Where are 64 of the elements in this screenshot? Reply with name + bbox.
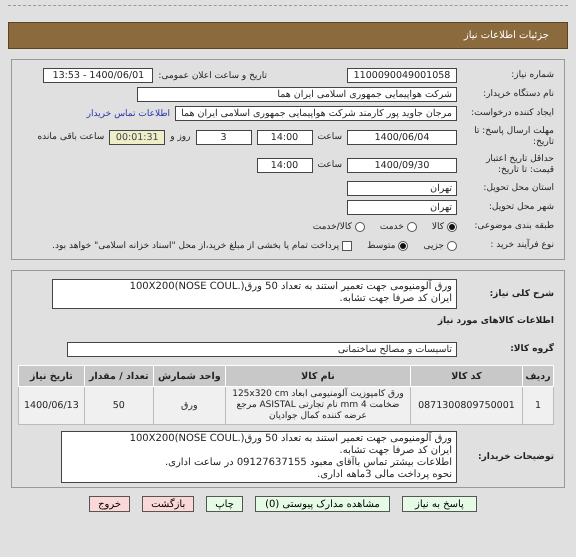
deadline-time-field: 14:00 [256, 130, 312, 144]
table-cell: 1400/06/13 [18, 386, 84, 424]
buyer-contact-link[interactable]: اطلاعات تماس خریدار [86, 108, 170, 118]
goods-group-field: تاسیسات و مصالح ساختمانی [67, 342, 457, 357]
description-field: ورق آلومنیومی جهت تعمیر استند به تعداد 50 ورق(.100X200(NOSE COUL ایران کد صرفا جهت تشابه. [52, 279, 457, 309]
action-button[interactable]: چاپ [206, 496, 243, 512]
field-label: مهلت ارسال پاسخ: تا تاریخ: [473, 126, 554, 148]
radio-button[interactable] [447, 240, 457, 250]
action-button[interactable]: پاسخ به نیاز [402, 496, 477, 512]
action-button[interactable]: بازگشت [142, 496, 194, 512]
column-header: نام کالا [225, 366, 410, 386]
radio-button[interactable] [354, 222, 365, 232]
column-header: تاریخ نیاز [18, 366, 84, 386]
buyer-field: شرکت هواپیمایی جمهوری اسلامی ایران هما [137, 87, 457, 102]
table-cell: ورق کامپوزیت آلومنیومی ابعاد 125x320 cm ضخامت 4 mm نام تجارتی ASISTAL مرجع عرضه کننده کمال جوادیان [225, 386, 410, 424]
field-label: شهر محل تحویل: [488, 202, 554, 213]
field-label: ایجاد کننده درخواست: [470, 108, 554, 119]
announce-date-field: 1400/06/01 - 13:53 [43, 68, 154, 83]
field-label: ساعت [318, 132, 342, 142]
field-label: توضیحات خریدار: [477, 452, 554, 462]
field-label: طبقه بندی موضوعی: [473, 221, 554, 232]
validity-time-field: 14:00 [256, 158, 312, 172]
field-label: نام دستگاه خریدار: [482, 89, 554, 100]
option-label: کالا/خدمت [312, 222, 352, 232]
need-number-field: 1100090049001058 [347, 68, 457, 83]
remaining-time-field: 00:01:31 [109, 130, 166, 144]
field-label: استان محل تحویل: [482, 183, 554, 194]
field-label: حداقل تاریخ اعتبار قیمت: تا تاریخ: [484, 154, 554, 176]
table-cell: 1 [522, 386, 554, 424]
field-label: گروه کالا: [509, 344, 554, 355]
field-label: ساعت [318, 160, 342, 170]
radio-button[interactable] [398, 240, 408, 250]
header-title: جزئیات اطلاعات نیاز [464, 30, 549, 41]
table-cell: 0871300809750001 [410, 386, 522, 424]
province-field: تهران [347, 181, 457, 196]
field-label: نوع فرآیند خرید : [489, 240, 554, 251]
action-button[interactable]: مشاهده مدارک پیوستی (0) [254, 496, 390, 512]
table-cell: 50 [84, 386, 154, 424]
radio-button[interactable] [406, 222, 417, 232]
option-label: کالا [432, 222, 444, 232]
field-label: ساعت باقی مانده [37, 132, 104, 142]
table-cell: ورق [153, 386, 226, 424]
radio-button[interactable] [447, 222, 457, 232]
column-header: ردیف [522, 366, 554, 386]
column-header: تعداد / مقدار [84, 366, 154, 386]
requester-field: مرجان جاوید پور کارمند شرکت هواپیمایی جمهوری اسلامی ایران هما [175, 106, 457, 121]
option-label: متوسط [367, 240, 396, 250]
deadline-date-field: 1400/06/04 [347, 130, 457, 144]
column-header: کد کالا [410, 366, 522, 386]
buyer-notes-field: ورق آلومنیومی جهت تعمیر استند به تعداد 50 ورق(.100X200(NOSE COUL ایران کد صرفا جهت تشابه. اطلاعات بیشتر تماس باآقای معبود 09127637155 در ساعت اداری. نحوه پرداخت مالی 3ماهه اداری. [61, 431, 457, 483]
action-button[interactable]: خروج [89, 496, 130, 512]
city-field: تهران [347, 200, 457, 215]
validity-date-field: 1400/09/30 [347, 158, 457, 172]
checkbox[interactable] [342, 240, 352, 250]
section-title: اطلاعات کالاهای مورد نیاز [438, 316, 554, 326]
field-label: تاريخ و ساعت اعلان عمومی: [158, 70, 267, 80]
option-label: خدمت [380, 222, 404, 232]
field-label: شرح کلی نیاز: [488, 288, 554, 300]
checkbox-label: پرداخت تمام یا بخشی از مبلغ خرید،از محل "اسناد خزانه اسلامی" خواهد بود. [52, 240, 340, 250]
column-header: واحد شمارش [153, 366, 226, 386]
days-field: 3 [196, 130, 252, 144]
field-label: روز و [170, 132, 190, 142]
option-label: جزیی [423, 240, 444, 250]
field-label: شماره نیاز: [510, 70, 554, 81]
